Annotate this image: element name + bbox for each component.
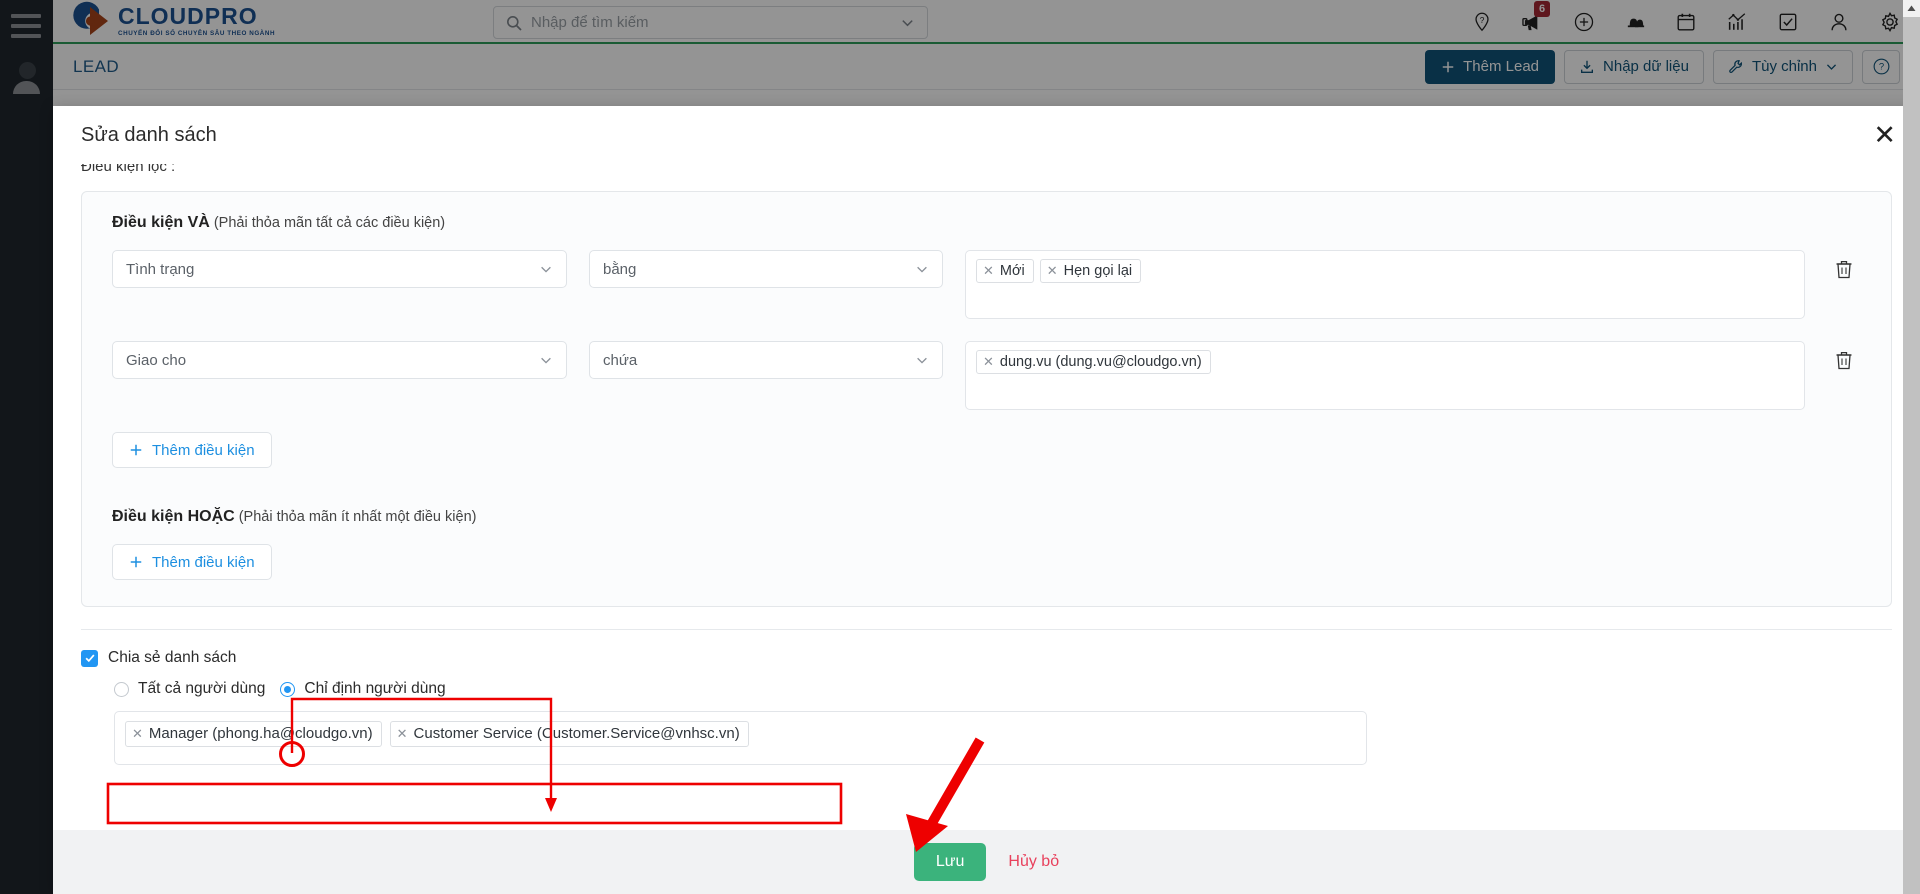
value-tag-label: dung.vu (dung.vu@cloudgo.vn) (999, 353, 1202, 370)
and-group-header: Điều kiện VÀ (Phải thỏa mãn tất cả các đi… (112, 214, 1861, 232)
filter-card: Điều kiện VÀ (Phải thỏa mãn tất cả các đi… (81, 191, 1892, 607)
condition-row: Tình trạng bằng ✕ Mới ✕ Hẹn gọi lại (112, 250, 1861, 319)
condition-field-value: Giao cho (126, 351, 187, 369)
condition-field-value: Tình trạng (126, 260, 195, 278)
share-list-label: Chia sẻ danh sách (108, 649, 237, 666)
remove-tag-icon[interactable]: ✕ (1047, 263, 1058, 279)
shared-user-tag[interactable]: ✕ Manager (phong.ha@cloudgo.vn) (125, 721, 382, 747)
radio-specific-users-dot[interactable] (280, 681, 296, 697)
filter-conditions-label: Điều kiện lọc : (81, 164, 176, 175)
value-tag-label: Hẹn gọi lại (1063, 262, 1133, 279)
share-list-checkbox[interactable] (81, 649, 98, 667)
remove-tag-icon[interactable]: ✕ (983, 354, 994, 370)
modal-scroll-area: Điều kiện lọc : Điều kiện VÀ (Phải thỏa m… (81, 164, 1892, 830)
chevron-down-icon (541, 357, 551, 364)
and-group-title: Điều kiện VÀ (112, 214, 210, 231)
condition-operator-value: chứa (603, 351, 638, 369)
chevron-down-icon (917, 266, 927, 273)
value-tag[interactable]: ✕ Mới (976, 259, 1034, 283)
value-tag-label: Mới (999, 262, 1025, 279)
scroll-up-arrow-icon[interactable] (1903, 0, 1920, 17)
condition-operator-select[interactable]: chứa (589, 341, 943, 379)
condition-operator-select[interactable]: bằng (589, 250, 943, 288)
condition-value-tagbox[interactable]: ✕ Mới ✕ Hẹn gọi lại (965, 250, 1805, 319)
chevron-down-icon (541, 266, 551, 273)
delete-condition-icon[interactable] (1827, 341, 1861, 370)
shared-users-tagbox[interactable]: ✕ Manager (phong.ha@cloudgo.vn) ✕ Customer… (114, 711, 1367, 765)
or-group-title: Điều kiện HOẶC (112, 508, 235, 525)
page-scrollbar[interactable] (1903, 0, 1920, 894)
add-and-condition-button[interactable]: Thêm điều kiện (112, 432, 272, 468)
save-button[interactable]: Lưu (913, 843, 987, 881)
add-or-condition-label: Thêm điều kiện (152, 553, 255, 571)
condition-row: Giao cho chứa ✕ dung.vu (dung.vu@cloudgo.… (112, 341, 1861, 410)
radio-all-users-label: Tất cả người dùng (138, 680, 266, 697)
or-group-header: Điều kiện HOẶC (Phải thỏa mãn ít nhất một… (112, 508, 1861, 526)
delete-condition-icon[interactable] (1827, 250, 1861, 279)
shared-user-label: Manager (phong.ha@cloudgo.vn) (148, 725, 373, 742)
remove-tag-icon[interactable]: ✕ (132, 726, 143, 742)
radio-all-users-dot[interactable] (114, 681, 129, 697)
remove-tag-icon[interactable]: ✕ (397, 726, 408, 742)
or-group-hint: (Phải thỏa mãn ít nhất một điều kiện) (238, 509, 477, 525)
condition-value-tagbox[interactable]: ✕ dung.vu (dung.vu@cloudgo.vn) (965, 341, 1805, 410)
value-tag[interactable]: ✕ dung.vu (dung.vu@cloudgo.vn) (976, 350, 1211, 374)
edit-list-modal: Sửa danh sách ✕ Điều kiện lọc : Điều kiệ… (53, 106, 1920, 894)
radio-specific-users-label: Chỉ định người dùng (304, 680, 446, 697)
condition-operator-value: bằng (603, 260, 637, 278)
page-scrollbar-thumb[interactable] (1903, 17, 1920, 894)
plus-icon (130, 556, 142, 568)
modal-header: Sửa danh sách ✕ (53, 106, 1920, 164)
and-group-hint: (Phải thỏa mãn tất cả các điều kiện) (213, 215, 446, 231)
condition-field-select[interactable]: Giao cho (112, 341, 567, 379)
modal-title: Sửa danh sách (81, 123, 217, 146)
add-or-condition-button[interactable]: Thêm điều kiện (112, 544, 272, 580)
shared-user-label: Customer Service (Customer.Service@vnhsc… (413, 725, 740, 742)
radio-specific-users[interactable]: Chỉ định người dùng (280, 680, 446, 698)
plus-icon (130, 444, 142, 456)
close-icon[interactable]: ✕ (1873, 121, 1896, 149)
share-list-row: Chia sẻ danh sách (81, 649, 1892, 667)
radio-all-users[interactable]: Tất cả người dùng (114, 680, 265, 698)
shared-user-tag[interactable]: ✕ Customer Service (Customer.Service@vnhs… (389, 721, 749, 747)
remove-tag-icon[interactable]: ✕ (983, 263, 994, 279)
modal-footer: Lưu Hủy bỏ (53, 830, 1920, 894)
share-divider (81, 629, 1892, 630)
share-scope-radio-group: Tất cả người dùng Chỉ định người dùng (114, 680, 1892, 698)
value-tag[interactable]: ✕ Hẹn gọi lại (1039, 259, 1142, 283)
cancel-button[interactable]: Hủy bỏ (1008, 853, 1059, 871)
check-icon (85, 654, 95, 663)
condition-field-select[interactable]: Tình trạng (112, 250, 567, 288)
add-and-condition-label: Thêm điều kiện (152, 441, 255, 459)
chevron-down-icon (917, 357, 927, 364)
modal-body: Điều kiện lọc : Điều kiện VÀ (Phải thỏa m… (53, 164, 1920, 830)
